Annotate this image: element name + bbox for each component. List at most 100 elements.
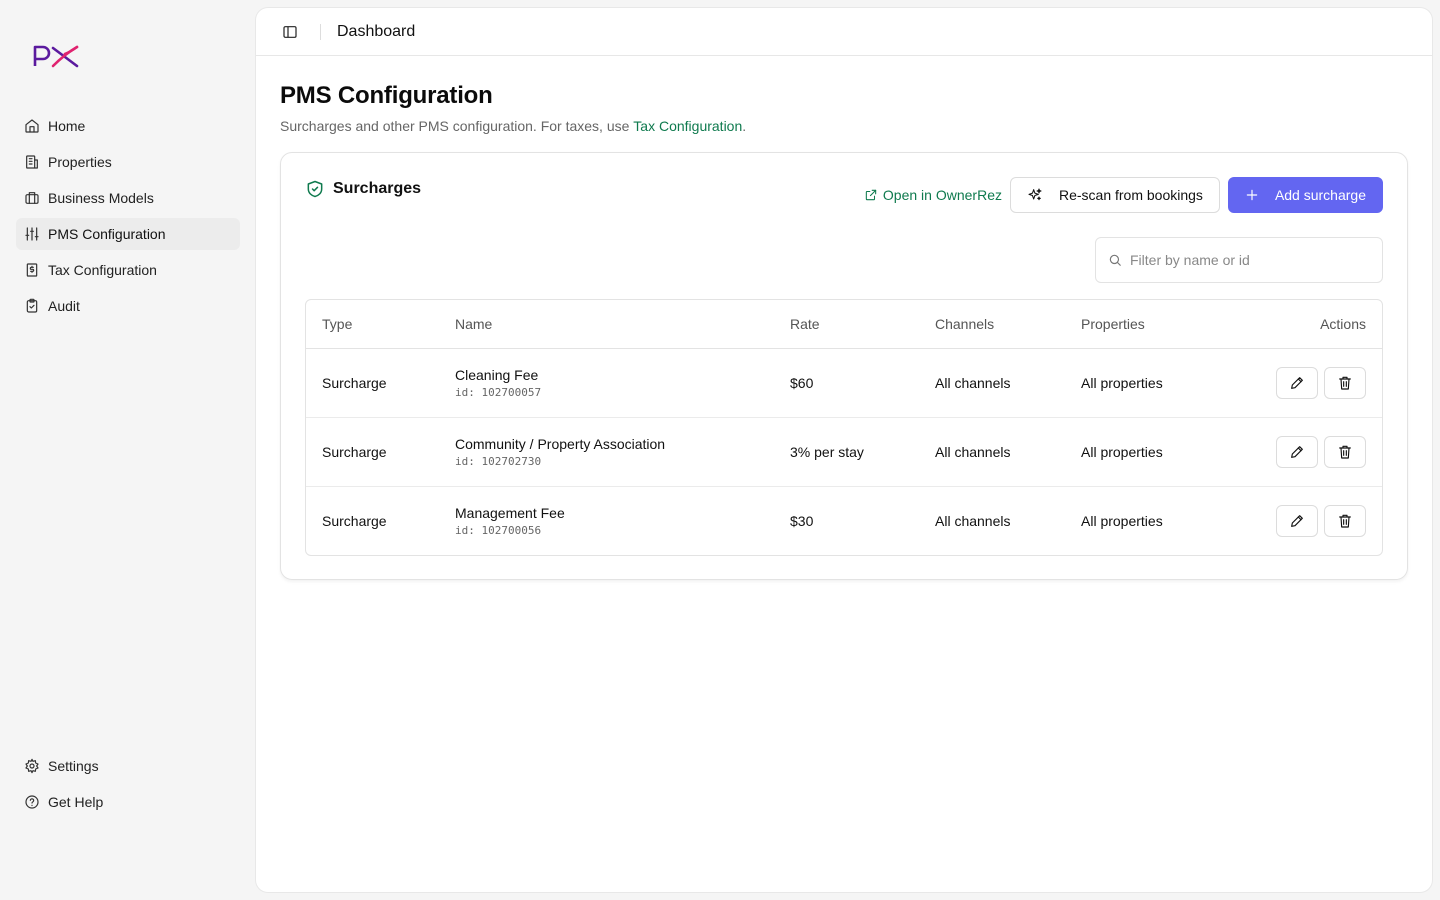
briefcase-icon	[24, 190, 40, 206]
add-surcharge-label: Add surcharge	[1274, 187, 1366, 203]
table-row: Surcharge Cleaning Fee id: 102700057 $60…	[306, 348, 1382, 418]
sidebar-nav: Home Properties Business Models PMS Conf…	[16, 110, 240, 326]
surcharge-name: Community / Property Association	[455, 435, 666, 452]
cell-rate: $60	[790, 348, 935, 418]
filter-field[interactable]	[1095, 237, 1383, 283]
gear-icon	[24, 758, 40, 774]
surcharge-id: id: 102702730	[455, 454, 542, 468]
surcharges-actions: Open in OwnerRez Re-scan from bookings A…	[864, 177, 1383, 213]
rescan-label: Re-scan from bookings	[1058, 187, 1203, 203]
column-header-properties: Properties	[1081, 300, 1231, 349]
breadcrumb: Dashboard	[337, 22, 416, 40]
open-in-ownerrez-link[interactable]: Open in OwnerRez	[864, 187, 1002, 203]
table-row: Surcharge Community / Property Associati…	[306, 417, 1382, 487]
sidebar-item-label: Settings	[48, 758, 99, 774]
top-bar: Dashboard	[256, 8, 1432, 56]
clipboard-check-icon	[24, 298, 40, 314]
delete-button[interactable]	[1324, 504, 1366, 537]
sidebar-item-pms-configuration[interactable]: PMS Configuration	[16, 218, 240, 250]
divider	[320, 23, 321, 40]
sidebar-item-business-models[interactable]: Business Models	[16, 182, 240, 214]
surcharges-card: Surcharges Open in OwnerRez Re-scan from…	[280, 152, 1408, 580]
table-header-row: Type Name Rate Channels Properties Actio…	[306, 300, 1382, 349]
table-row: Surcharge Management Fee id: 102700056 $…	[306, 486, 1382, 555]
sidebar-item-settings[interactable]: Settings	[16, 750, 240, 782]
open-in-ownerrez-label: Open in OwnerRez	[882, 187, 1002, 203]
column-header-name: Name	[455, 300, 790, 349]
edit-button[interactable]	[1276, 504, 1318, 537]
page-subtitle: Surcharges and other PMS configuration. …	[280, 118, 746, 134]
surcharge-id: id: 102700056	[455, 523, 542, 537]
receipt-icon	[24, 262, 40, 278]
edit-button[interactable]	[1276, 366, 1318, 399]
cell-channels: All channels	[935, 512, 1011, 529]
sidebar-item-audit[interactable]: Audit	[16, 290, 240, 322]
column-header-type: Type	[306, 300, 455, 349]
pencil-icon	[1291, 514, 1303, 527]
sidebar-item-label: Business Models	[48, 190, 154, 206]
cell-properties: All properties	[1081, 512, 1163, 529]
sidebar-toggle-button[interactable]	[280, 22, 300, 42]
trash-icon	[1339, 514, 1351, 528]
cell-actions	[1231, 348, 1382, 418]
cell-type: Surcharge	[322, 512, 387, 529]
sidebar-item-home[interactable]: Home	[16, 110, 240, 142]
cell-name: Community / Property Association id: 102…	[455, 417, 790, 487]
sidebar-item-label: Get Help	[48, 794, 104, 810]
trash-icon	[1339, 445, 1351, 459]
search-icon	[1109, 254, 1121, 266]
shield-check-icon	[307, 180, 323, 198]
main-panel: Dashboard PMS Configuration Surcharges a…	[256, 8, 1432, 892]
sidebar-bottom-nav: Settings Get Help	[16, 750, 240, 822]
home-icon	[24, 118, 40, 134]
column-header-channels: Channels	[935, 300, 1081, 349]
sliders-icon	[24, 226, 40, 242]
page-title: PMS Configuration	[280, 82, 493, 109]
sidebar: Home Properties Business Models PMS Conf…	[0, 0, 256, 900]
external-link-icon	[865, 189, 877, 201]
subtitle-text: Surcharges and other PMS configuration. …	[280, 118, 634, 134]
cell-type: Surcharge	[306, 348, 455, 418]
surcharge-name: Cleaning Fee	[455, 366, 539, 383]
cell-channels: All channels	[935, 417, 1081, 487]
edit-button[interactable]	[1276, 435, 1318, 468]
delete-button[interactable]	[1324, 435, 1366, 468]
subtitle-suffix: .	[742, 118, 747, 134]
sidebar-item-tax-configuration[interactable]: Tax Configuration	[16, 254, 240, 286]
column-header-rate: Rate	[790, 300, 935, 349]
cell-name: Management Fee id: 102700056	[455, 486, 790, 555]
delete-button[interactable]	[1324, 366, 1366, 399]
sidebar-item-label: Audit	[48, 298, 80, 314]
trash-icon	[1339, 376, 1351, 390]
building-icon	[24, 154, 40, 170]
sidebar-item-label: Tax Configuration	[48, 262, 157, 278]
cell-rate: 3% per stay	[790, 417, 935, 487]
help-circle-icon	[24, 794, 40, 810]
px-logo-icon	[33, 45, 79, 68]
pencil-icon	[1291, 376, 1303, 389]
filter-input[interactable]	[1130, 252, 1360, 268]
sidebar-item-get-help[interactable]: Get Help	[16, 786, 240, 818]
cell-name: Cleaning Fee id: 102700057	[455, 348, 790, 418]
add-surcharge-button[interactable]: Add surcharge	[1227, 177, 1383, 213]
rescan-button[interactable]: Re-scan from bookings	[1009, 177, 1220, 213]
surcharges-title: Surcharges	[305, 179, 421, 199]
cell-type: Surcharge	[306, 417, 455, 487]
surcharges-table: Type Name Rate Channels Properties Actio…	[305, 299, 1383, 556]
pencil-icon	[1291, 445, 1303, 458]
cell-actions	[1231, 417, 1382, 487]
cell-properties: All properties	[1081, 417, 1231, 487]
sidebar-item-label: Properties	[48, 154, 112, 170]
sidebar-item-properties[interactable]: Properties	[16, 146, 240, 178]
cell-actions	[1231, 486, 1382, 555]
plus-icon	[1246, 189, 1258, 201]
cell-rate: $30	[790, 512, 814, 529]
surcharge-id: id: 102700057	[455, 385, 542, 399]
surcharges-title-text: Surcharges	[333, 180, 422, 197]
cell-properties: All properties	[1081, 348, 1231, 418]
column-header-actions: Actions	[1231, 300, 1382, 349]
logo[interactable]	[32, 42, 82, 70]
sidebar-item-label: PMS Configuration	[48, 226, 166, 242]
tax-configuration-link[interactable]: Tax Configuration	[633, 118, 742, 134]
cell-channels: All channels	[935, 348, 1081, 418]
